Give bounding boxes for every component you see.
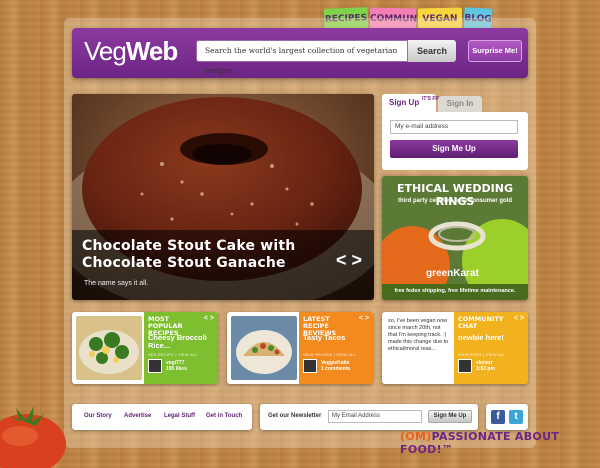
logo-bold: Web	[125, 36, 178, 66]
chat-post-title[interactable]: newbie here!	[458, 334, 524, 342]
newsletter-bar: Get our Newsletter My Email Address Sign…	[260, 404, 478, 430]
signup-panel: Sign Up IT'S FREE! Sign In My e-mail add…	[382, 94, 528, 170]
wedding-ring-ad[interactable]: ETHICAL WEDDING RINGS third party certif…	[382, 176, 528, 300]
card-community-chat: so, I've been vegan now since march 20th…	[382, 312, 528, 384]
footer-link-legal[interactable]: Legal Stuff	[164, 413, 195, 419]
search-input[interactable]: Search the world's largest collection of…	[196, 40, 408, 75]
featured-recipe-slider[interactable]: Chocolate Stout Cake with Chocolate Stou…	[72, 94, 374, 300]
popular-side-panel: MOST POPULAR RECIPES < > Cheesy Broccoli…	[144, 312, 218, 384]
reviews-side-panel: LATEST RECIPE REVIEWS < > Tasty Tacos VI…	[299, 312, 373, 384]
chat-side-panel: COMMUNITY CHAT < > newbie here! VIEW POS…	[454, 312, 528, 384]
popular-stat: 195 likes	[166, 366, 187, 372]
reviews-stat: 1 comments	[321, 366, 351, 372]
reviews-arrows: < >	[359, 315, 369, 322]
chat-quote[interactable]: so, I've been vegan now since march 20th…	[388, 318, 450, 353]
hero-caption: Chocolate Stout Cake with Chocolate Stou…	[72, 230, 374, 300]
popular-links[interactable]: SEE RECIPE | VIEW ALL	[148, 352, 198, 357]
ad-subtitle: third party certified post-consumer gold	[397, 198, 512, 204]
popular-recipe-image[interactable]	[76, 316, 142, 380]
chevron-right-icon[interactable]: >	[351, 250, 362, 270]
popular-recipe-title[interactable]: Cheesy Broccoli Rice...	[148, 334, 214, 350]
social-bar: f t	[486, 404, 528, 430]
site-tagline: (OM)PASSIONATE ABOUT FOOD!™	[400, 430, 600, 456]
footer-link-our-story[interactable]: Our Story	[84, 413, 112, 419]
avatar[interactable]	[458, 359, 472, 373]
tagline-prefix: (OM)	[400, 430, 432, 443]
signup-form: My e-mail address Sign Me Up	[382, 112, 528, 170]
newsletter-email-input[interactable]: My Email Address	[328, 410, 422, 423]
card-most-popular: MOST POPULAR RECIPES < > Cheesy Broccoli…	[72, 312, 218, 384]
chevron-left-icon[interactable]: <	[204, 315, 208, 322]
avatar[interactable]	[148, 359, 162, 373]
surprise-me-button[interactable]: Surprise Me!	[468, 40, 522, 62]
chat-links[interactable]: VIEW POST | VIEW ALL	[458, 352, 506, 357]
facebook-icon[interactable]: f	[491, 410, 505, 424]
logo-light: Veg	[84, 36, 127, 66]
newsletter-label: Get our Newsletter	[268, 413, 322, 419]
chevron-right-icon[interactable]: >	[365, 315, 369, 322]
card-latest-reviews: LATEST RECIPE REVIEWS < > Tasty Tacos VI…	[227, 312, 373, 384]
chat-arrows: < >	[514, 315, 524, 322]
reviews-links[interactable]: VIEW REVIEW | VIEW ALL	[303, 352, 356, 357]
chat-heading: COMMUNITY CHAT	[458, 315, 504, 330]
chat-user: elenarr 3:53 pm	[476, 360, 495, 372]
popular-user: vegi777 195 likes	[166, 360, 187, 372]
chevron-left-icon[interactable]: <	[359, 315, 363, 322]
site-header: VegWeb Search the world's largest collec…	[72, 28, 528, 78]
hero-title[interactable]: Chocolate Stout Cake with Chocolate Stou…	[82, 238, 322, 272]
chat-stat: 3:53 pm	[476, 366, 495, 372]
footer-links: Our Story Advertise Legal Stuff Get in T…	[72, 404, 252, 430]
review-recipe-image[interactable]	[231, 316, 297, 380]
hero-arrows: < >	[336, 250, 362, 271]
chevron-right-icon[interactable]: >	[520, 315, 524, 322]
site-logo[interactable]: VegWeb	[84, 36, 178, 67]
ad-brand: greenKarat	[426, 268, 479, 279]
popular-arrows: < >	[204, 315, 214, 322]
footer-link-advertise[interactable]: Advertise	[124, 413, 151, 419]
footer-link-contact[interactable]: Get in Touch	[206, 413, 242, 419]
avatar[interactable]	[303, 359, 317, 373]
hero-subtitle: The name says it all.	[84, 280, 149, 287]
chevron-left-icon[interactable]: <	[514, 315, 518, 322]
chevron-left-icon[interactable]: <	[336, 250, 347, 270]
search-button[interactable]: Search	[408, 40, 456, 62]
signup-email-input[interactable]: My e-mail address	[390, 120, 518, 134]
tab-sign-in[interactable]: Sign In	[438, 96, 482, 112]
sign-me-up-button[interactable]: Sign Me Up	[390, 140, 518, 158]
reviews-user: VeggieKatie 1 comments	[321, 360, 350, 372]
ad-title: ETHICAL WEDDING RINGS	[397, 182, 513, 208]
review-recipe-title[interactable]: Tasty Tacos	[303, 334, 369, 342]
newsletter-signup-button[interactable]: Sign Me Up	[428, 410, 472, 423]
chevron-right-icon[interactable]: >	[210, 315, 214, 322]
tomato-decoration	[0, 406, 66, 468]
ad-footer: free fedex shipping, free lifetime maint…	[394, 288, 516, 294]
twitter-icon[interactable]: t	[509, 410, 523, 424]
